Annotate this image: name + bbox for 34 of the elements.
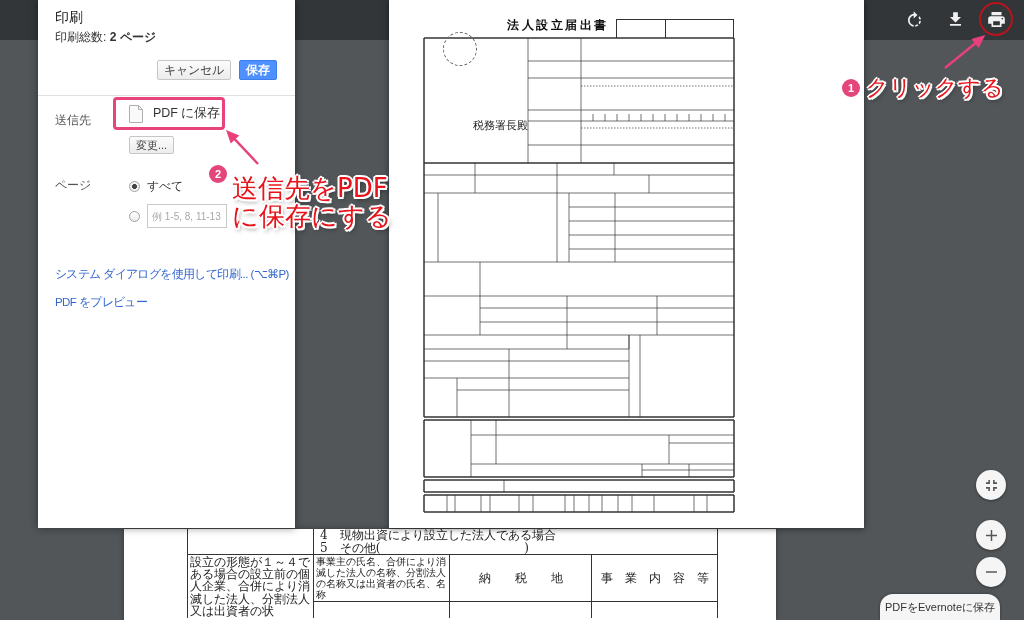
change-button[interactable]: 変更...: [129, 136, 175, 154]
document-icon: [129, 104, 143, 123]
radio-button[interactable]: [129, 210, 140, 222]
text-link[interactable]: PDF をプレビュー: [55, 295, 148, 310]
download-icon: [949, 12, 961, 26]
annotation-text: クリックする: [866, 74, 1004, 102]
field-label: 送信先: [55, 112, 92, 129]
text-link[interactable]: システム ダイアログを使用して印刷... (⌥⌘P): [55, 267, 289, 282]
rotate-icon: [907, 11, 921, 27]
field-label: ページ: [55, 177, 92, 194]
page-count-text: 印刷総数: 2 ページ: [55, 30, 157, 45]
shrink-icon: [985, 479, 997, 491]
print-button[interactable]: [979, 2, 1013, 36]
zoom-in-button[interactable]: [976, 520, 1006, 550]
fit-to-page-button[interactable]: [976, 470, 1006, 500]
printer-icon: [987, 11, 1005, 27]
table-header-cell: 納 税 地: [450, 555, 592, 602]
row-label-cell: 設立の形態が１～４である場合の設立前の個人企業、合併により消滅した法人、分割法人又は出資者の状: [188, 555, 314, 618]
dialog-title: 印刷: [55, 8, 84, 26]
option-label[interactable]: すべて: [147, 177, 183, 195]
cancel-button[interactable]: キャンセル: [157, 60, 231, 80]
plus-icon: [985, 529, 997, 541]
table-header-cell: 事業主の氏名、合併により消滅した法人の名称、分割法人の名称又は出資者の氏名、名称: [314, 555, 450, 602]
radio-button[interactable]: [129, 180, 140, 192]
form-option-text: 4 現物出資により設立した法人である場合: [320, 529, 557, 542]
page-range-field[interactable]: 例 1-5, 8, 11-13: [147, 204, 227, 228]
addressee-text: 税務署長殿: [473, 119, 528, 131]
evernote-button[interactable]: PDFをEvernoteに保存: [880, 594, 1000, 620]
minus-icon: [985, 571, 997, 573]
form-title: 法人設立届出書: [507, 18, 609, 32]
destination-select[interactable]: PDF に保存: [113, 97, 225, 130]
form-option-text: 5 その他( ): [320, 541, 529, 554]
table-header-cell: 事 業 内 容 等: [592, 555, 718, 602]
zoom-out-button[interactable]: [976, 557, 1006, 587]
